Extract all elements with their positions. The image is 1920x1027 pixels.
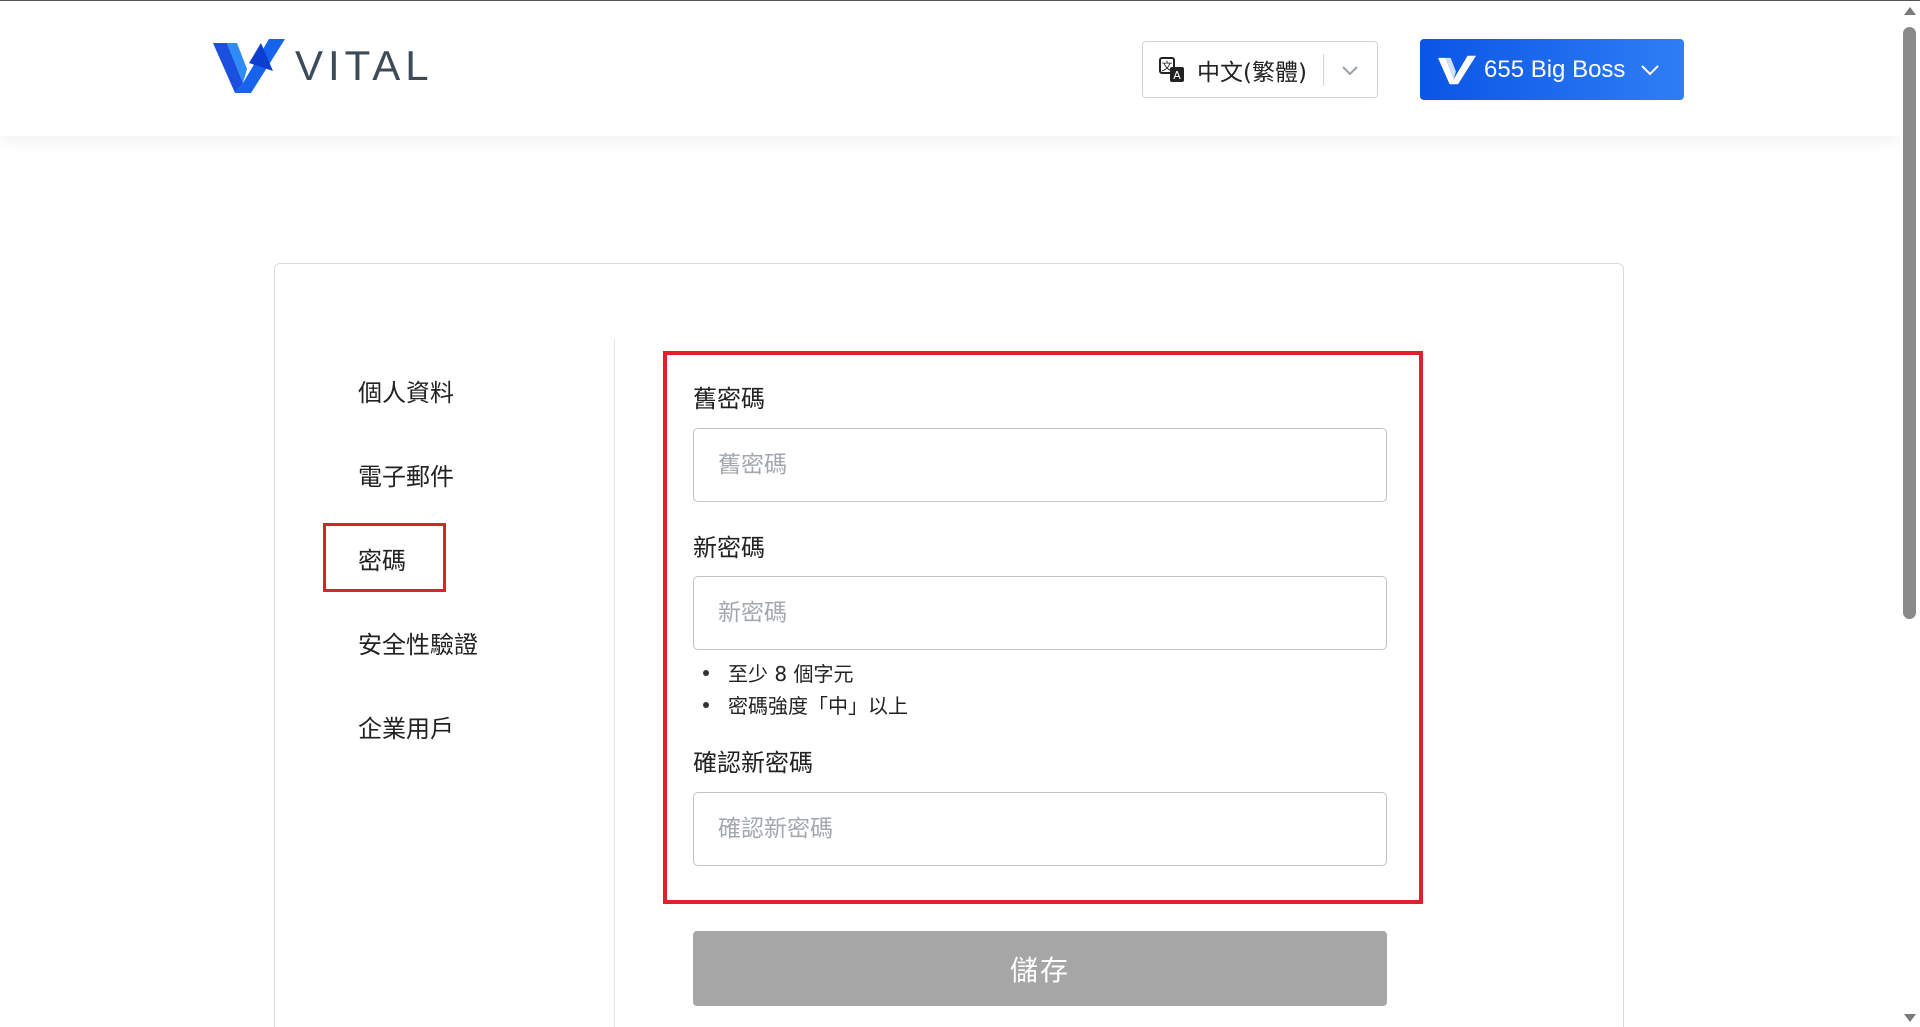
sidebar-divider — [614, 339, 615, 1027]
scroll-down-arrow-icon[interactable] — [1904, 1014, 1916, 1022]
new-password-label: 新密碼 — [693, 534, 765, 562]
sidebar-item-password[interactable]: 密碼 — [358, 541, 406, 576]
vertical-scrollbar[interactable] — [1900, 1, 1920, 1027]
language-select[interactable]: 文 A 中文(繁體) — [1142, 41, 1378, 98]
password-rule: 密碼強度「中」以上 — [703, 690, 908, 719]
user-name: 655 Big Boss — [1484, 55, 1626, 83]
bullet-icon — [703, 669, 709, 676]
sidebar-item-profile[interactable]: 個人資料 — [358, 373, 454, 408]
chevron-down-icon — [1641, 64, 1660, 75]
language-selected: 中文(繁體) — [1197, 59, 1307, 86]
translate-icon: 文 A — [1159, 56, 1184, 82]
old-password-label: 舊密碼 — [693, 385, 765, 413]
scroll-up-arrow-icon[interactable] — [1904, 7, 1916, 15]
select-separator — [1322, 53, 1324, 86]
password-rule-text: 密碼強度「中」以上 — [728, 694, 908, 718]
scroll-thumb[interactable] — [1903, 27, 1916, 619]
chevron-down-icon — [1342, 65, 1358, 75]
confirm-password-input[interactable] — [693, 792, 1387, 866]
svg-text:A: A — [1173, 69, 1181, 82]
sidebar-item-security[interactable]: 安全性驗證 — [358, 625, 478, 660]
sidebar-item-email[interactable]: 電子郵件 — [358, 457, 454, 492]
new-password-input[interactable] — [693, 576, 1387, 650]
user-menu-button[interactable]: 655 Big Boss — [1420, 39, 1684, 100]
brand-logo[interactable]: VITAL — [213, 39, 434, 93]
page: VITAL 文 A 中文(繁體) 655 Big Boss 個人資料 電子郵件 … — [0, 0, 1920, 1027]
confirm-password-label: 確認新密碼 — [693, 749, 813, 777]
save-button[interactable]: 儲存 — [693, 931, 1387, 1006]
old-password-input[interactable] — [693, 428, 1387, 502]
sidebar-item-enterprise[interactable]: 企業用戶 — [358, 709, 454, 744]
password-rule: 至少 8 個字元 — [703, 658, 853, 687]
bullet-icon — [703, 701, 709, 708]
vital-mark-icon — [1438, 55, 1476, 84]
brand-name: VITAL — [295, 42, 434, 89]
top-header: VITAL 文 A 中文(繁體) 655 Big Boss — [0, 1, 1900, 136]
vital-logo-icon — [213, 39, 285, 93]
password-rule-text: 至少 8 個字元 — [728, 662, 854, 686]
